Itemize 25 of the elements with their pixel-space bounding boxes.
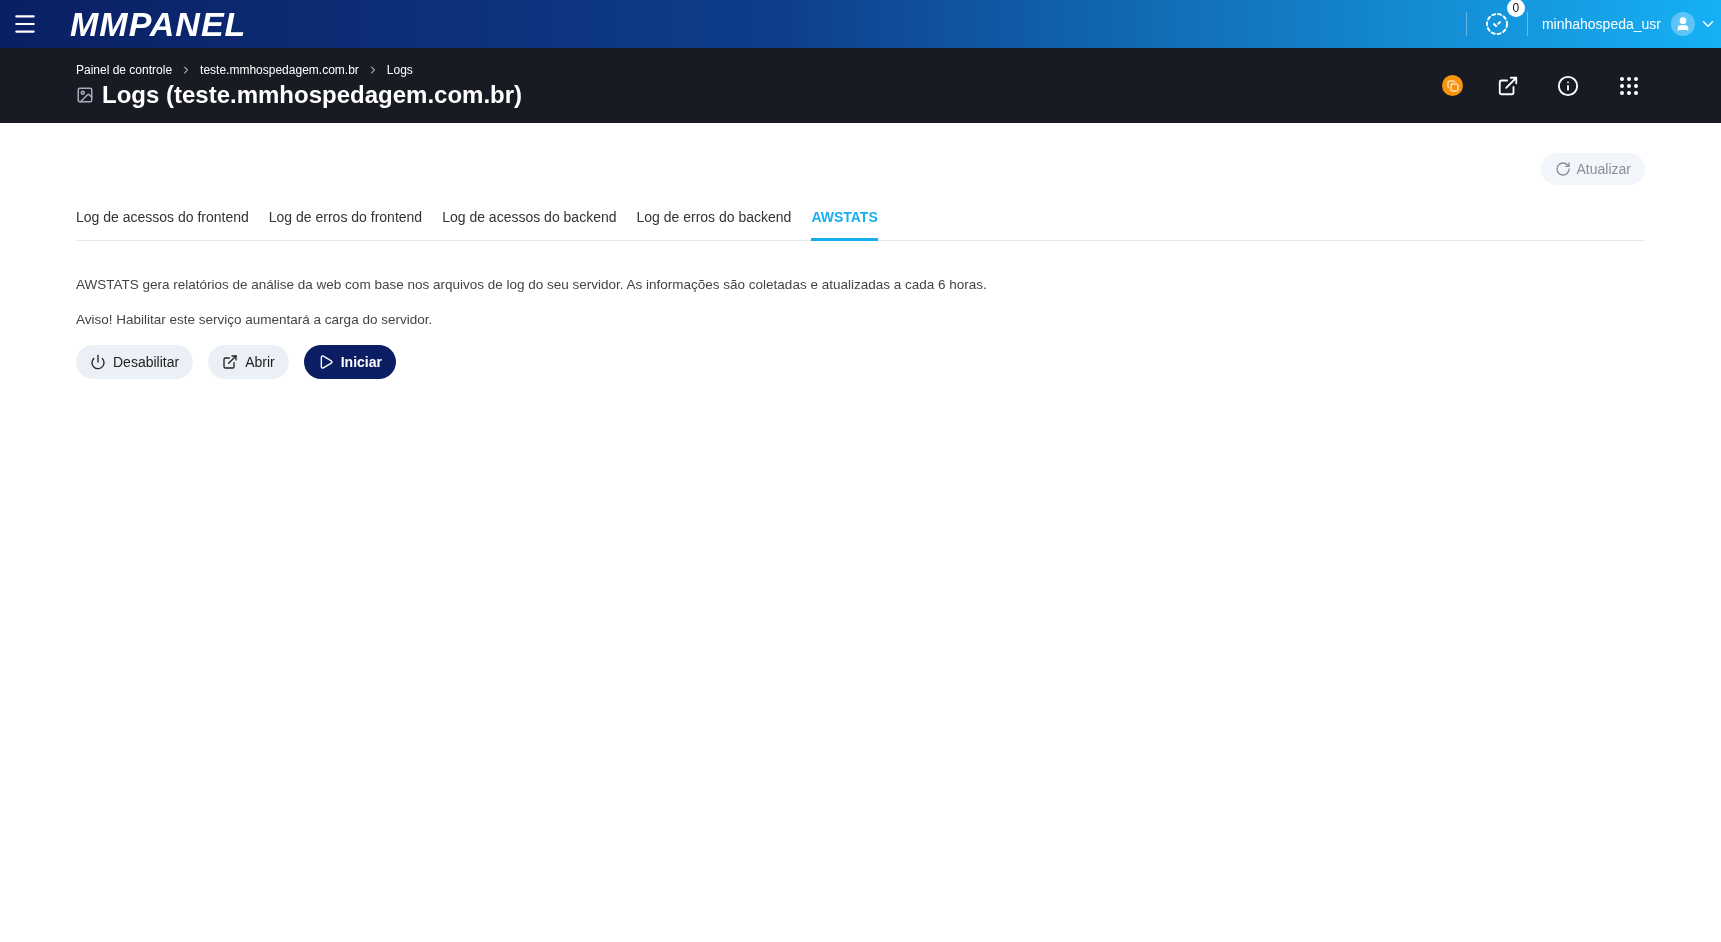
tab[interactable]: Log de acessos do frontend: [76, 201, 249, 241]
tab[interactable]: Log de acessos do backend: [442, 201, 617, 241]
refresh-icon: [1554, 161, 1571, 177]
power-button[interactable]: Desabilitar: [76, 345, 194, 379]
warning-text: Aviso! Habilitar este serviço aumentará a carga do servidor.: [76, 312, 434, 327]
copy-icon: [1446, 79, 1459, 92]
description-text: AWSTATS gera relatórios de análise da web com base nos arquivos de log do seu servidor. As informações são coletadas e atualizadas a cada 6 horas.: [76, 277, 988, 292]
tab[interactable]: Log de erros do frontend: [268, 201, 423, 241]
breadcrumb-link[interactable]: teste.mmhospedagem.com.br: [200, 62, 359, 77]
breadcrumb-link[interactable]: Logs: [386, 62, 413, 77]
copy-button[interactable]: [1442, 75, 1463, 96]
external-link-icon: [222, 354, 239, 370]
user-name: minhahospeda_usr: [1541, 16, 1661, 32]
power-icon: [90, 354, 106, 370]
page-title: Logs (teste.mmhospedagem.com.br): [102, 80, 523, 109]
logo: MMPANEL: [70, 4, 247, 44]
start-button[interactable]: Iniciar: [303, 345, 396, 379]
info-icon: [1557, 74, 1579, 97]
breadcrumb-link[interactable]: Painel de controle: [76, 62, 173, 77]
notification-count: 0: [1506, 0, 1525, 17]
avatar-icon[interactable]: [1671, 12, 1695, 36]
open-button[interactable]: Abrir: [208, 345, 289, 379]
image-icon: [76, 85, 94, 104]
tab[interactable]: Log de erros do backend: [636, 201, 792, 241]
external-link-icon: [1497, 74, 1519, 97]
